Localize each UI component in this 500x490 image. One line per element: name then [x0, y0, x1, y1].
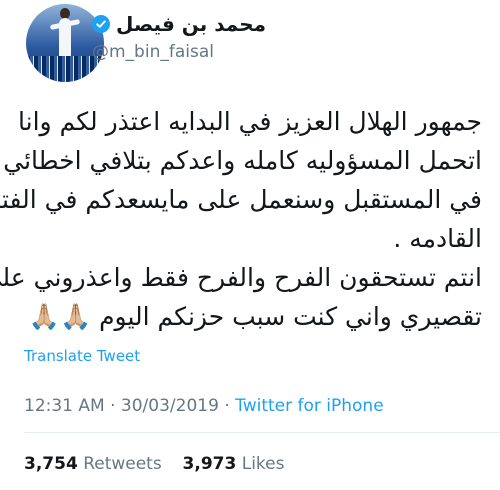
meta-separator: · [224, 396, 230, 416]
retweets-count: 3,754 [24, 454, 78, 474]
translate-tweet-link[interactable]: Translate Tweet [24, 347, 140, 365]
author-handle[interactable]: @m_bin_faisal [92, 42, 214, 62]
tweet-line: القادمه . [393, 224, 482, 253]
likes-count: 3,973 [182, 454, 237, 474]
tweet-line: في المستقبل وسنعمل على مايسعدكم في الفتر… [0, 185, 482, 214]
retweets-label: Retweets [83, 454, 162, 474]
tweet-header: محمد بن فيصل @m_bin_faisal [0, 0, 500, 90]
tweet-line: تقصيري واني كنت سبب حزنكم اليوم 🙏🏼🙏🏼 [28, 302, 482, 331]
tweet-source-link[interactable]: Twitter for iPhone [235, 396, 384, 416]
tweet-text: جمهور الهلال العزيز في البدايه اعتذر لكم… [0, 102, 482, 336]
retweets-stat[interactable]: 3,754 Retweets [24, 454, 167, 474]
tweet-date[interactable]: 30/03/2019 [121, 396, 219, 416]
tweet-metadata: 12:31 AM · 30/03/2019 · Twitter for iPho… [24, 396, 384, 416]
meta-separator: · [110, 396, 116, 416]
likes-stat[interactable]: 3,973 Likes [183, 454, 285, 474]
divider [24, 432, 500, 433]
tweet-line: انتم تستحقون الفرح والفرح فقط واعذروني ع… [0, 263, 482, 292]
tweet-time[interactable]: 12:31 AM [24, 396, 105, 416]
author-name-row[interactable]: محمد بن فيصل [92, 12, 266, 36]
verified-badge-icon [92, 15, 110, 33]
tweet-line: جمهور الهلال العزيز في البدايه اعتذر لكم… [18, 107, 482, 136]
author-display-name[interactable]: محمد بن فيصل [116, 12, 266, 36]
tweet-line: اتحمل المسؤوليه كامله واعدكم بتلافي اخطا… [3, 146, 482, 175]
tweet-stats: 3,754 Retweets 3,973 Likes [24, 454, 284, 474]
likes-label: Likes [241, 454, 285, 474]
